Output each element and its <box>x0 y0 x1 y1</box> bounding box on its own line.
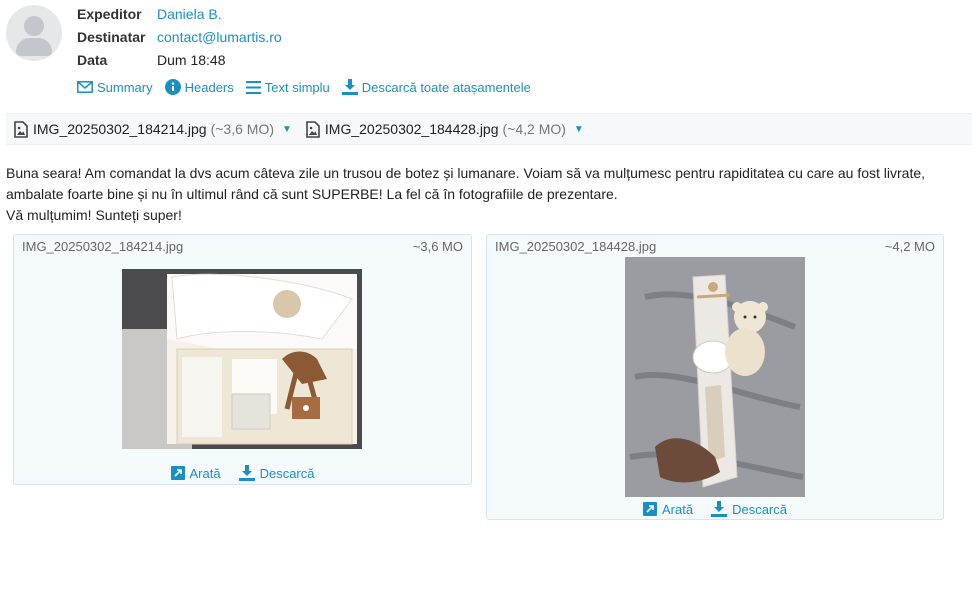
message-actions: Summary Headers Text simplu Descarcă toa… <box>77 77 543 97</box>
image-file-icon <box>14 120 28 138</box>
attachment-preview-card: IMG_20250302_184214.jpg ~3,6 MO Arată De <box>13 234 472 485</box>
avatar-head <box>24 16 44 36</box>
download-all-button[interactable]: Descarcă toate atașamentele <box>341 77 531 97</box>
open-external-icon <box>643 502 657 516</box>
card-actions: Arată Descarcă <box>487 501 943 517</box>
avatar-body <box>16 38 52 56</box>
view-button[interactable]: Arată <box>170 465 221 481</box>
message-line: ambalate foarte bine și nu în ultimul râ… <box>6 186 618 202</box>
image-thumbnail[interactable] <box>625 257 805 497</box>
image-file-icon <box>306 120 320 138</box>
message-line: Vă mulțumim! Sunteți super! <box>6 207 182 223</box>
baptism-candle-photo <box>625 257 805 497</box>
message-body: Buna seara! Am comandat la dvs acum câte… <box>6 163 966 226</box>
download-label: Descarcă <box>732 501 787 517</box>
download-icon <box>341 79 358 95</box>
to-value[interactable]: contact@lumartis.ro <box>157 27 282 47</box>
info-icon <box>164 79 181 95</box>
date-label: Data <box>77 52 108 68</box>
date-value: Dum 18:48 <box>157 52 226 68</box>
download-all-label: Descarcă toate atașamentele <box>361 79 531 95</box>
envelope-icon <box>77 81 93 93</box>
download-icon <box>238 465 255 481</box>
open-external-icon <box>170 466 185 480</box>
card-file-name: IMG_20250302_184214.jpg <box>22 239 184 254</box>
card-file-size: ~4,2 MO <box>884 239 935 254</box>
chevron-down-icon[interactable]: ▼ <box>574 124 584 135</box>
baptism-set-photo <box>122 269 362 449</box>
view-label: Arată <box>189 465 221 481</box>
from-value[interactable]: Daniela B. <box>157 4 222 24</box>
headers-label: Headers <box>184 79 234 95</box>
view-label: Arată <box>662 501 694 517</box>
attachment-name: IMG_20250302_184214.jpg <box>33 121 207 137</box>
to-label: Destinatar <box>77 29 146 45</box>
download-button[interactable]: Descarcă <box>711 501 787 517</box>
attachment-size: (~4,2 MO) <box>502 121 566 137</box>
download-icon <box>711 501 728 517</box>
attachment-preview-card: IMG_20250302_184428.jpg ~4,2 MO Arată De… <box>486 234 944 520</box>
text-lines-icon <box>245 80 261 94</box>
attachment-size: (~3,6 MO) <box>210 121 274 137</box>
card-file-name: IMG_20250302_184428.jpg <box>495 239 657 254</box>
plain-text-button[interactable]: Text simplu <box>245 77 330 97</box>
attachment-name: IMG_20250302_184428.jpg <box>324 121 499 137</box>
chevron-down-icon[interactable]: ▼ <box>282 124 292 135</box>
attachment-item[interactable]: IMG_20250302_184428.jpg (~4,2 MO) ▼ <box>306 120 584 138</box>
message-line: Buna seara! Am comandat la dvs acum câte… <box>6 165 926 181</box>
card-file-size: ~3,6 MO <box>412 239 463 254</box>
download-label: Descarcă <box>259 465 315 481</box>
card-actions: Arată Descarcă <box>14 465 471 481</box>
view-button[interactable]: Arată <box>643 501 693 517</box>
from-label: Expeditor <box>77 6 142 22</box>
image-thumbnail[interactable] <box>122 269 362 449</box>
download-button[interactable]: Descarcă <box>238 465 315 481</box>
headers-button[interactable]: Headers <box>164 77 234 97</box>
summary-button[interactable]: Summary <box>77 77 153 97</box>
attachments-bar: IMG_20250302_184214.jpg (~3,6 MO) ▼ IMG_… <box>6 113 972 145</box>
plain-text-label: Text simplu <box>264 79 330 95</box>
attachment-item[interactable]: IMG_20250302_184214.jpg (~3,6 MO) ▼ <box>14 120 292 138</box>
sender-avatar <box>6 5 62 61</box>
summary-label: Summary <box>97 79 153 95</box>
